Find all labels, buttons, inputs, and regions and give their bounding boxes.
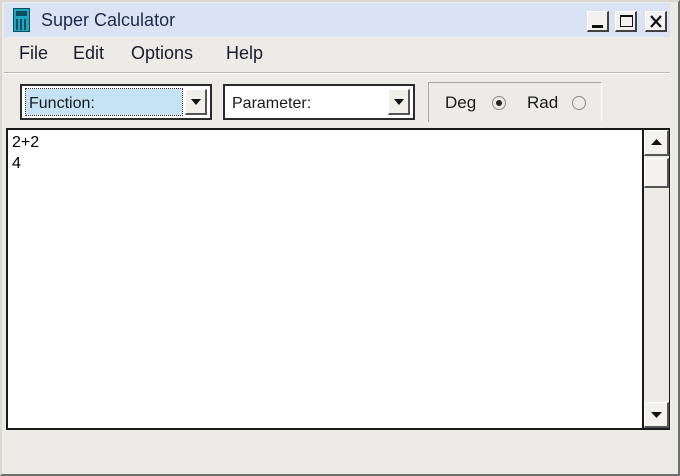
rad-radio[interactable] [572, 96, 586, 110]
function-combo-field: Function: [25, 88, 183, 116]
output-display[interactable]: 2+2 4 [6, 128, 644, 430]
arrow-down-icon [651, 412, 662, 418]
parameter-combo-field: Parameter: [229, 89, 385, 115]
parameter-combo-dropdown-button[interactable] [388, 89, 410, 115]
scroll-up-button[interactable] [644, 130, 669, 156]
calculator-app-icon [13, 8, 30, 32]
menu-options[interactable]: Options [131, 43, 193, 64]
close-button[interactable] [645, 11, 667, 32]
radio-selected-dot [496, 100, 502, 106]
maximize-button[interactable] [615, 11, 637, 32]
menu-edit[interactable]: Edit [73, 43, 104, 64]
function-combo-dropdown-button[interactable] [185, 89, 207, 115]
minimize-button[interactable] [587, 11, 609, 32]
status-bar [4, 434, 670, 466]
toolbar-divider [4, 72, 670, 74]
parameter-combo-value: Parameter: [232, 95, 312, 112]
menu-help[interactable]: Help [226, 43, 263, 64]
angle-mode-group: Deg Rad [428, 82, 602, 122]
arrow-up-icon [651, 139, 662, 145]
parameter-combo[interactable]: Parameter: [223, 84, 415, 120]
minimize-icon [592, 25, 603, 28]
close-icon [650, 15, 662, 28]
output-line: 2+2 [12, 134, 40, 151]
maximize-icon [620, 15, 633, 27]
scroll-down-button[interactable] [644, 402, 669, 428]
function-combo[interactable]: Function: [20, 84, 212, 120]
rad-label[interactable]: Rad [527, 93, 558, 113]
function-combo-value: Function: [29, 95, 95, 112]
window-title: Super Calculator [41, 10, 176, 30]
deg-radio[interactable] [492, 96, 506, 110]
chevron-down-icon [394, 99, 404, 105]
vertical-scrollbar[interactable] [644, 128, 670, 430]
menu-bar: File Edit Options Help [4, 38, 670, 68]
deg-label[interactable]: Deg [445, 93, 476, 113]
title-bar[interactable]: Super Calculator [4, 3, 670, 37]
chevron-down-icon [191, 99, 201, 105]
scroll-thumb[interactable] [644, 158, 669, 188]
output-line: 4 [12, 155, 21, 172]
menu-file[interactable]: File [19, 43, 48, 64]
